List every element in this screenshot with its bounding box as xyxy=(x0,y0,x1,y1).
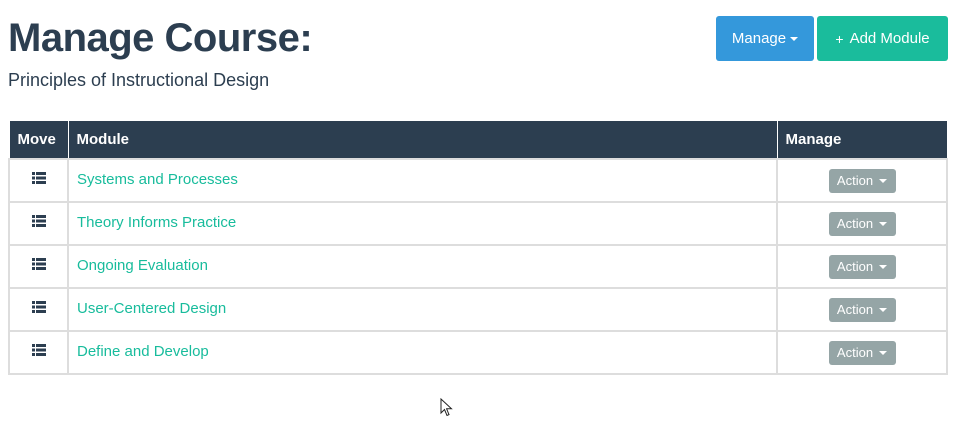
plus-icon: + xyxy=(835,30,844,47)
mouse-cursor-icon xyxy=(440,398,453,417)
action-button-label: Action xyxy=(836,173,874,188)
column-header-move: Move xyxy=(8,120,69,159)
module-cell: Systems and Processes xyxy=(67,157,778,203)
manage-dropdown-button[interactable]: Manage xyxy=(716,16,814,61)
module-link[interactable]: Theory Informs Practice xyxy=(77,214,236,231)
list-icon xyxy=(31,214,46,227)
action-dropdown-button[interactable]: Action xyxy=(828,340,896,365)
manage-cell: Action xyxy=(776,157,948,203)
table-row: Systems and Processes Action xyxy=(8,157,948,203)
module-link[interactable]: User-Centered Design xyxy=(77,300,226,317)
module-link[interactable]: Define and Develop xyxy=(77,343,209,360)
action-button-label: Action xyxy=(836,302,874,317)
module-link[interactable]: Ongoing Evaluation xyxy=(77,257,208,274)
caret-down-icon xyxy=(879,221,888,226)
action-dropdown-button[interactable]: Action xyxy=(828,297,896,322)
add-module-button[interactable]: + Add Module xyxy=(817,16,948,61)
table-header-row: Move Module Manage xyxy=(8,120,948,159)
move-handle-cell[interactable] xyxy=(8,157,69,203)
manage-cell: Action xyxy=(776,329,948,375)
list-icon xyxy=(31,343,46,356)
move-handle-cell[interactable] xyxy=(8,243,69,289)
move-handle-cell[interactable] xyxy=(8,200,69,246)
action-button-label: Action xyxy=(836,259,874,274)
add-module-label: Add Module xyxy=(849,30,930,47)
action-dropdown-button[interactable]: Action xyxy=(828,168,896,193)
column-header-manage: Manage xyxy=(776,120,948,159)
list-icon xyxy=(31,171,46,184)
table-row: Ongoing Evaluation Action xyxy=(8,243,948,289)
list-icon xyxy=(31,300,46,313)
modules-table: Move Module Manage Systems and Processes… xyxy=(8,120,948,375)
module-link[interactable]: Systems and Processes xyxy=(77,171,238,188)
caret-down-icon xyxy=(790,36,799,41)
table-row: Theory Informs Practice Action xyxy=(8,200,948,246)
manage-cell: Action xyxy=(776,243,948,289)
table-row: User-Centered Design Action xyxy=(8,286,948,332)
module-cell: Ongoing Evaluation xyxy=(67,243,778,289)
caret-down-icon xyxy=(879,307,888,312)
action-dropdown-button[interactable]: Action xyxy=(828,254,896,279)
action-dropdown-button[interactable]: Action xyxy=(828,211,896,236)
course-name: Principles of Instructional Design xyxy=(8,70,270,90)
manage-cell: Action xyxy=(776,200,948,246)
caret-down-icon xyxy=(879,178,888,183)
page-title: Manage Course: xyxy=(8,16,313,60)
module-cell: Define and Develop xyxy=(67,329,778,375)
list-icon xyxy=(31,257,46,270)
manage-cell: Action xyxy=(776,286,948,332)
table-row: Define and Develop Action xyxy=(8,329,948,375)
action-button-label: Action xyxy=(836,216,874,231)
caret-down-icon xyxy=(879,264,888,269)
manage-button-label: Manage xyxy=(731,30,787,47)
move-handle-cell[interactable] xyxy=(8,329,69,375)
move-handle-cell[interactable] xyxy=(8,286,69,332)
module-cell: User-Centered Design xyxy=(67,286,778,332)
column-header-module: Module xyxy=(67,120,778,159)
action-button-label: Action xyxy=(836,345,874,360)
module-cell: Theory Informs Practice xyxy=(67,200,778,246)
caret-down-icon xyxy=(879,350,888,355)
